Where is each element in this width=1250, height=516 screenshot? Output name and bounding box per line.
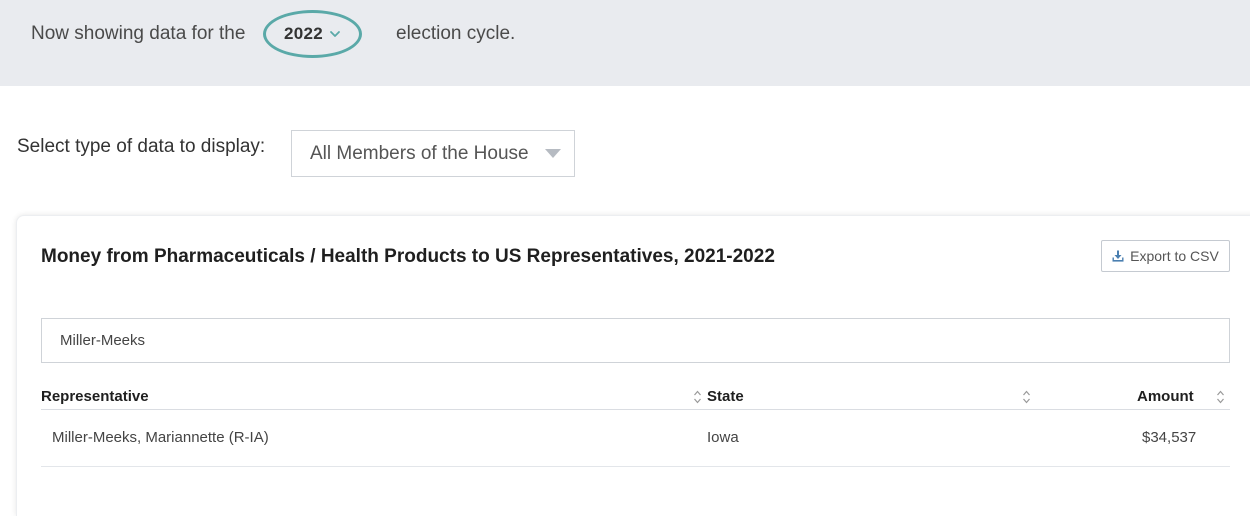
cycle-suffix-text: election cycle. bbox=[396, 23, 516, 44]
sort-icon[interactable] bbox=[1022, 389, 1031, 405]
chevron-down-icon bbox=[330, 31, 340, 37]
column-header-amount[interactable]: Amount bbox=[1137, 388, 1194, 405]
sort-icon[interactable] bbox=[693, 389, 702, 405]
export-csv-button[interactable]: Export to CSV bbox=[1101, 240, 1230, 272]
download-icon bbox=[1112, 250, 1124, 262]
election-cycle-dropdown[interactable]: 2022 bbox=[263, 10, 362, 58]
table-header-divider bbox=[41, 409, 1230, 410]
data-type-dropdown[interactable]: All Members of the House bbox=[291, 130, 575, 177]
caret-down-icon bbox=[545, 149, 561, 158]
sort-icon[interactable] bbox=[1216, 389, 1225, 405]
column-header-state[interactable]: State bbox=[707, 388, 744, 405]
table-row-divider bbox=[41, 466, 1230, 467]
export-csv-label: Export to CSV bbox=[1130, 248, 1219, 264]
table-search-input[interactable] bbox=[41, 318, 1230, 363]
table-title: Money from Pharmaceuticals / Health Prod… bbox=[41, 246, 775, 267]
data-type-label: Select type of data to display: bbox=[17, 136, 266, 157]
cycle-year-value: 2022 bbox=[283, 24, 324, 43]
cell-representative: Miller-Meeks, Mariannette (R-IA) bbox=[52, 429, 269, 446]
cycle-prefix-text: Now showing data for the bbox=[31, 23, 246, 44]
cell-state: Iowa bbox=[707, 429, 739, 446]
cell-amount: $34,537 bbox=[1142, 429, 1197, 446]
column-header-representative[interactable]: Representative bbox=[41, 388, 149, 405]
data-type-selected-value: All Members of the House bbox=[310, 142, 529, 164]
